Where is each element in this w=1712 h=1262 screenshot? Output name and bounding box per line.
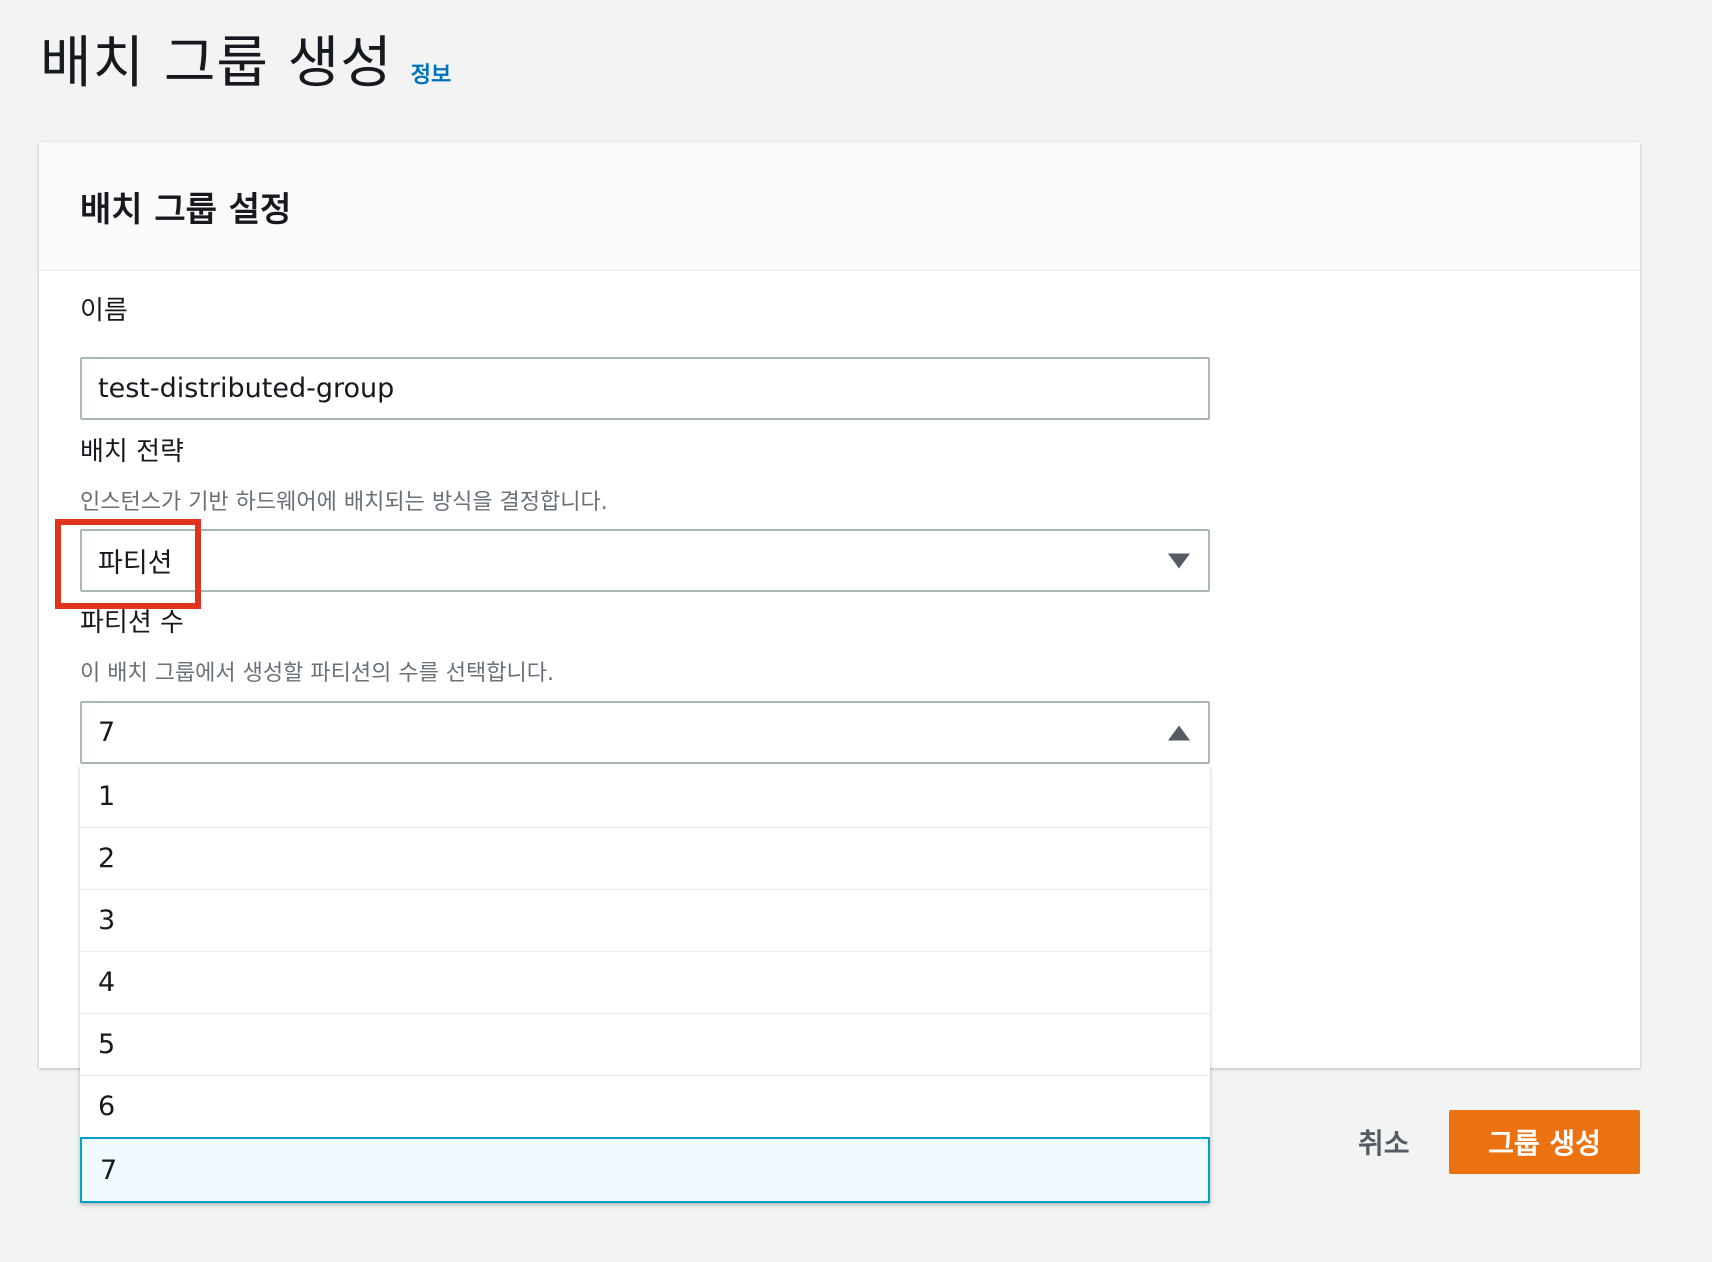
- strategy-description: 인스턴스가 기반 하드웨어에 배치되는 방식을 결정합니다.: [80, 490, 608, 515]
- page-title: 배치 그룹 생성: [40, 31, 393, 96]
- cancel-button[interactable]: 취소: [1340, 1110, 1428, 1174]
- partition-count-select-value: 7: [98, 717, 116, 748]
- dropdown-option-selected[interactable]: 7: [80, 1137, 1210, 1203]
- dropdown-option[interactable]: 6: [80, 1075, 1210, 1137]
- highlight-annotation: [55, 519, 201, 609]
- dropdown-option[interactable]: 5: [80, 1013, 1210, 1075]
- name-input-value: test-distributed-group: [98, 373, 395, 404]
- dropdown-option[interactable]: 4: [80, 951, 1210, 1013]
- panel-header: 배치 그룹 설정: [39, 142, 1640, 271]
- dropdown-option[interactable]: 1: [80, 765, 1210, 827]
- name-label: 이름: [80, 296, 128, 326]
- strategy-select[interactable]: 파티션: [80, 529, 1210, 592]
- name-input[interactable]: test-distributed-group: [80, 357, 1210, 420]
- partition-count-dropdown: 1 2 3 4 5 6 7: [80, 765, 1210, 1203]
- partition-count-description: 이 배치 그룹에서 생성할 파티션의 수를 선택합니다.: [80, 661, 554, 686]
- page: 배치 그룹 생성 정보 배치 그룹 설정 이름 test-distributed…: [0, 0, 1712, 1262]
- strategy-label: 배치 전략: [80, 437, 184, 467]
- partition-count-label: 파티션 수: [80, 608, 184, 638]
- partition-count-select[interactable]: 7: [80, 701, 1210, 764]
- caret-up-icon: [1168, 725, 1190, 740]
- dropdown-option[interactable]: 2: [80, 827, 1210, 889]
- panel-title: 배치 그룹 설정: [80, 189, 292, 230]
- dropdown-option[interactable]: 3: [80, 889, 1210, 951]
- caret-down-icon: [1168, 553, 1190, 568]
- page-header: 배치 그룹 생성 정보: [40, 26, 451, 102]
- info-link[interactable]: 정보: [411, 62, 451, 90]
- create-group-button[interactable]: 그룹 생성: [1449, 1110, 1640, 1174]
